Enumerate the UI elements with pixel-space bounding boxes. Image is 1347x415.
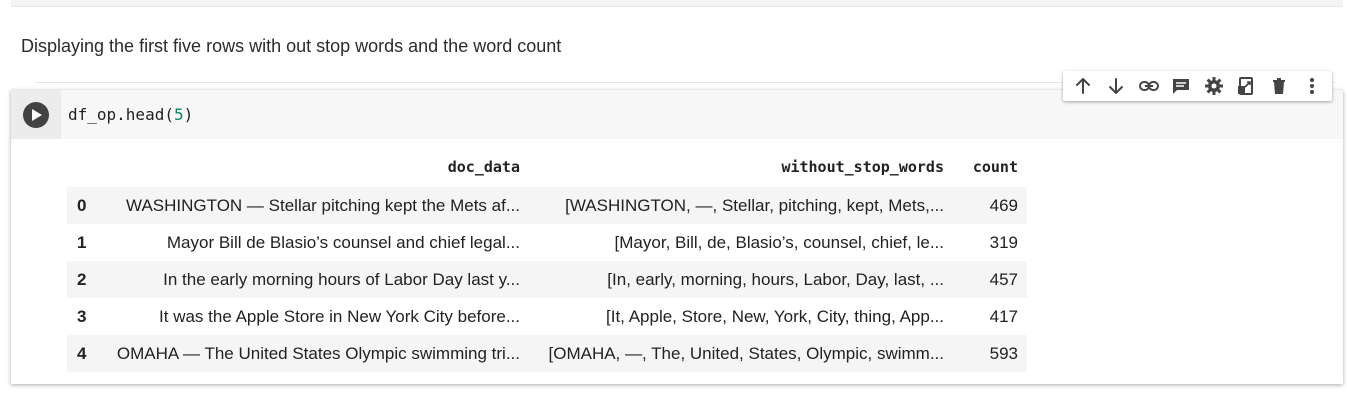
code-text[interactable]: df_op.head(5) <box>68 105 193 124</box>
previous-cell-edge <box>11 0 1343 7</box>
cell-doc-data: Mayor Bill de Blasio’s counsel and chief… <box>166 232 520 252</box>
cell-without-stop-words: [It, Apple, Store, New, York, City, thin… <box>606 306 944 326</box>
cell-count: 593 <box>989 343 1018 363</box>
arrow-down-icon[interactable] <box>1103 73 1129 99</box>
cell-doc-data: WASHINGTON — Stellar pitching kept the M… <box>126 195 520 215</box>
table-header-row: doc_data without_stop_words count <box>67 147 1027 187</box>
mirror-cell-icon[interactable] <box>1233 73 1259 99</box>
code-prefix: df_op.head( <box>68 105 174 124</box>
cell-without-stop-words: [OMAHA, —, The, United, States, Olympic,… <box>548 343 945 363</box>
play-icon <box>32 108 42 121</box>
row-index: 4 <box>77 343 87 363</box>
link-icon[interactable] <box>1136 73 1162 99</box>
row-index: 0 <box>77 195 87 215</box>
code-cell[interactable]: df_op.head(5) doc_data without_stop_word… <box>11 90 1343 384</box>
row-index: 2 <box>77 269 87 289</box>
cell-without-stop-words: [In, early, morning, hours, Labor, Day, … <box>607 269 944 289</box>
cell-count: 469 <box>989 195 1018 215</box>
run-gutter <box>11 90 61 139</box>
cell-doc-data: OMAHA — The United States Olympic swimmi… <box>116 343 520 363</box>
row-index: 1 <box>77 232 87 252</box>
dataframe-table: doc_data without_stop_words count 0 WASH… <box>67 147 1027 372</box>
table-row: 1 Mayor Bill de Blasio’s counsel and chi… <box>67 224 1027 261</box>
comment-icon[interactable] <box>1168 73 1194 99</box>
gear-icon[interactable] <box>1201 73 1227 99</box>
cell-without-stop-words: [WASHINGTON, —, Stellar, pitching, kept,… <box>565 195 944 215</box>
row-index: 3 <box>77 306 87 326</box>
code-suffix: ) <box>183 105 194 124</box>
column-header-index <box>67 147 105 187</box>
markdown-text: Displaying the first five rows with out … <box>21 36 562 56</box>
table-row: 2 In the early morning hours of Labor Da… <box>67 261 1027 298</box>
more-vert-icon[interactable] <box>1299 73 1325 99</box>
cell-doc-data: It was the Apple Store in New York City … <box>159 306 520 326</box>
cell-count: 319 <box>989 232 1018 252</box>
column-header-without-stop-words: without_stop_words <box>781 158 944 176</box>
column-header-doc-data: doc_data <box>447 158 520 176</box>
table-row: 0 WASHINGTON — Stellar pitching kept the… <box>67 187 1027 224</box>
cell-count: 457 <box>989 269 1018 289</box>
cell-output: doc_data without_stop_words count 0 WASH… <box>67 147 1027 372</box>
cell-doc-data: In the early morning hours of Labor Day … <box>163 269 520 289</box>
trash-icon[interactable] <box>1266 73 1292 99</box>
cell-toolbar <box>1063 71 1332 101</box>
table-row: 3 It was the Apple Store in New York Cit… <box>67 298 1027 335</box>
cell-without-stop-words: [Mayor, Bill, de, Blasio’s, counsel, chi… <box>614 232 944 252</box>
table-row: 4 OMAHA — The United States Olympic swim… <box>67 335 1027 372</box>
cell-count: 417 <box>989 306 1018 326</box>
code-arg: 5 <box>173 105 184 124</box>
column-header-count: count <box>972 158 1018 176</box>
arrow-up-icon[interactable] <box>1070 73 1096 99</box>
run-cell-button[interactable] <box>23 101 49 128</box>
